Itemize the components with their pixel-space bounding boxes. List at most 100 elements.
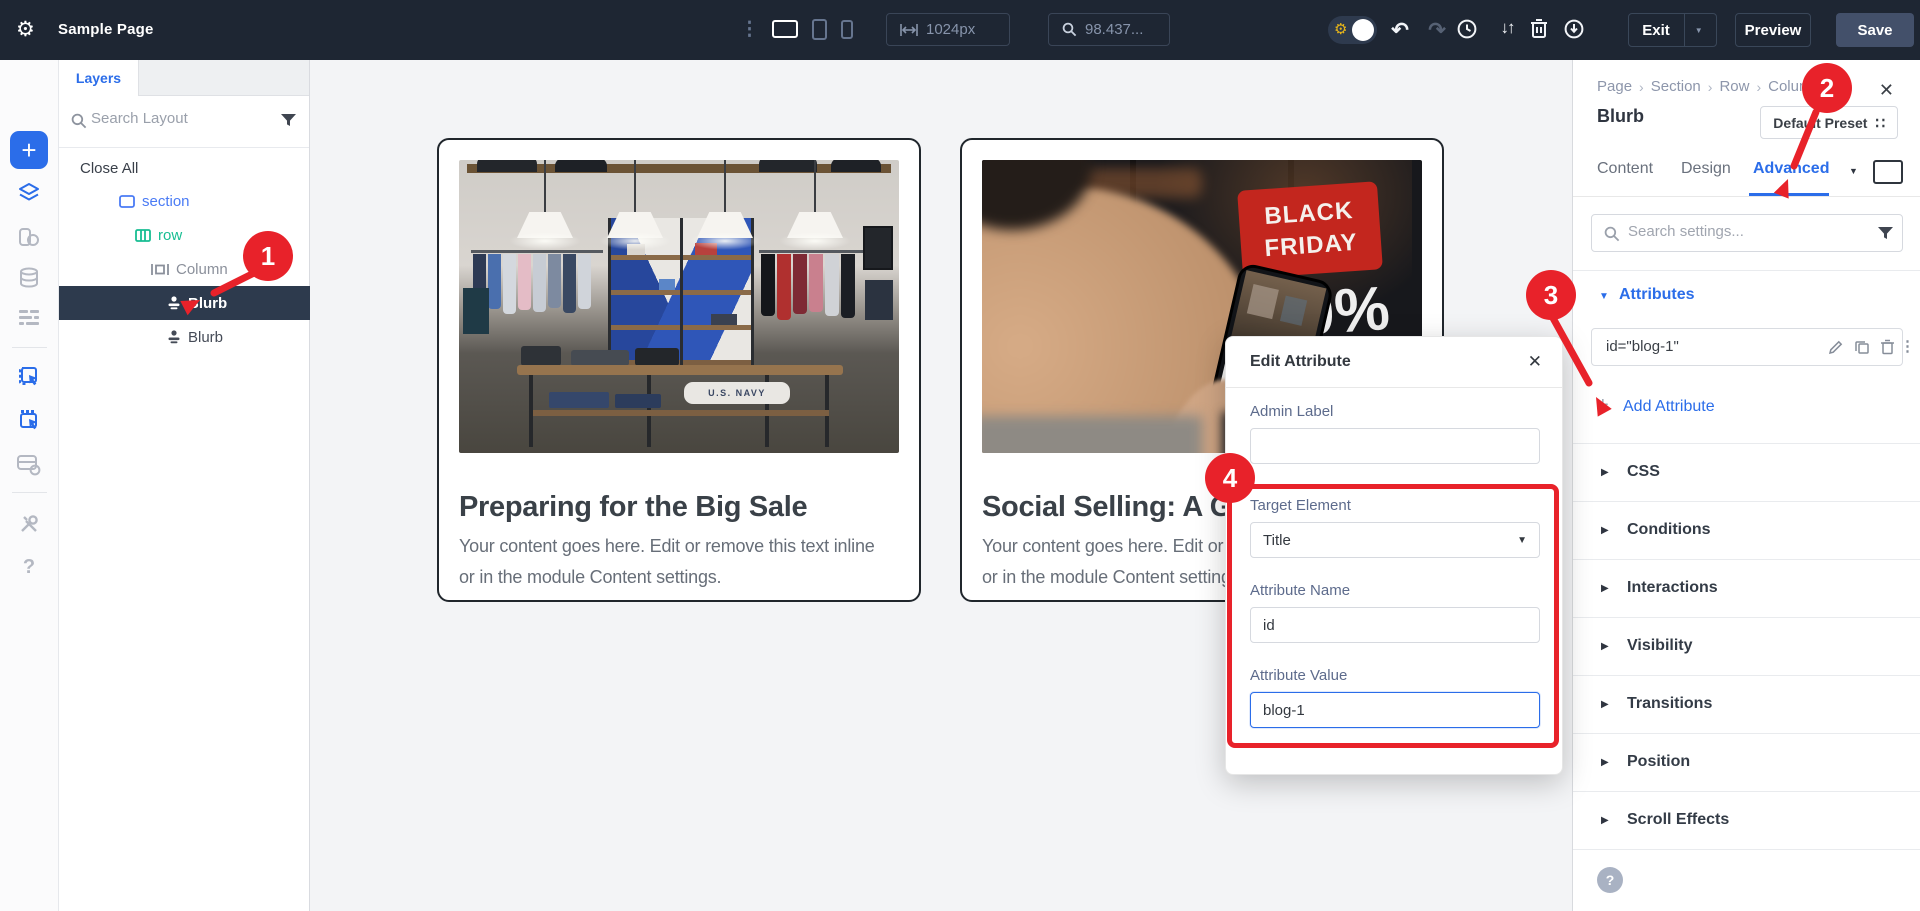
exit-caret-icon[interactable]: ▼ <box>1695 26 1703 35</box>
save-button[interactable]: Save <box>1836 13 1914 47</box>
section-label: Conditions <box>1627 521 1711 539</box>
section-scroll-effects[interactable]: ▶ Scroll Effects <box>1573 791 1920 849</box>
tab-design[interactable]: Design <box>1681 160 1731 178</box>
rail-divider <box>12 492 47 493</box>
sort-layers-icon[interactable]: ↓↑ <box>1494 18 1520 42</box>
breadcrumb-row[interactable]: Row <box>1719 78 1749 95</box>
modal-close-icon[interactable]: ✕ <box>1528 352 1542 372</box>
add-attribute-plus-icon[interactable]: + <box>1597 394 1609 417</box>
zoom-field[interactable]: 98.437... <box>1048 13 1170 46</box>
layers-panel-icon[interactable] <box>17 181 41 205</box>
card1-title[interactable]: Preparing for the Big Sale <box>459 490 807 524</box>
card2-body-line2[interactable]: or in the module Content settings. <box>982 567 1244 588</box>
row-icon <box>135 229 151 242</box>
badge-number: 1 <box>261 241 275 272</box>
copy-icon[interactable] <box>1854 339 1870 355</box>
undo-icon[interactable]: ↶ <box>1387 18 1413 42</box>
filter-funnel-icon[interactable] <box>1878 227 1893 241</box>
portability-icon[interactable] <box>1563 18 1589 42</box>
page-settings-gear-icon[interactable]: ⚙ <box>16 19 35 41</box>
text-settings-icon[interactable] <box>17 308 41 328</box>
chip-kebab-icon[interactable]: ⋮ <box>1900 337 1915 355</box>
dynamic-data-icon[interactable] <box>17 266 41 290</box>
panel-help-icon[interactable]: ? <box>1597 867 1623 893</box>
builder-options-kebab-icon[interactable]: ⋮ <box>740 17 758 43</box>
friday-text: FRIDAY <box>1264 229 1359 263</box>
trash-icon[interactable] <box>1529 18 1555 42</box>
navy-banner: U.S. NAVY <box>684 382 790 404</box>
attribute-chip[interactable]: id="blog-1" ⋮ <box>1591 328 1903 366</box>
history-clock-icon[interactable] <box>1456 18 1482 42</box>
close-all-link[interactable]: Close All <box>80 160 138 177</box>
tab-layers[interactable]: Layers <box>59 60 139 96</box>
tab-advanced[interactable]: Advanced <box>1753 160 1829 178</box>
section-css[interactable]: ▶ CSS <box>1573 443 1920 501</box>
target-element-select[interactable]: Title ▼ <box>1250 522 1540 558</box>
tools-icon[interactable] <box>17 512 41 536</box>
section-label: Position <box>1627 753 1690 771</box>
preview-button[interactable]: Preview <box>1735 13 1811 47</box>
tablet-view-icon[interactable] <box>812 19 827 40</box>
panel-divider <box>1573 849 1920 850</box>
layers-search-input[interactable] <box>91 110 271 127</box>
add-module-button[interactable]: + <box>10 131 48 169</box>
select-caret-icon: ▼ <box>1517 535 1527 546</box>
caret-right-icon: ▶ <box>1601 467 1609 478</box>
blurb-icon <box>167 296 181 310</box>
edit-pencil-icon[interactable] <box>1828 339 1844 355</box>
badge-number: 4 <box>1223 463 1237 494</box>
tab-content[interactable]: Content <box>1597 160 1653 178</box>
zoom-value: 98.437... <box>1085 21 1143 38</box>
design-presets-icon[interactable] <box>17 225 41 249</box>
section-visibility[interactable]: ▶ Visibility <box>1573 617 1920 675</box>
click-mode-icon[interactable] <box>17 365 41 389</box>
blurb-card-1[interactable]: U.S. NAVY Preparing for the Big Sale You… <box>437 138 921 602</box>
target-element-label: Target Element <box>1250 497 1351 514</box>
search-icon <box>1604 226 1620 242</box>
breadcrumb-section[interactable]: Section <box>1651 78 1701 95</box>
crumb-separator: › <box>1756 79 1761 95</box>
desktop-view-icon[interactable] <box>772 20 798 38</box>
section-transitions[interactable]: ▶ Transitions <box>1573 675 1920 733</box>
black-text: BLACK <box>1264 197 1355 231</box>
card1-body-line2[interactable]: or in the module Content settings. <box>459 567 721 588</box>
builder-theme-toggle[interactable]: ⚙ <box>1328 16 1377 44</box>
admin-label-input[interactable] <box>1250 428 1540 464</box>
tabs-divider <box>1573 196 1920 197</box>
exit-button[interactable]: Exit ▼ <box>1628 13 1717 47</box>
exit-label: Exit <box>1642 22 1670 39</box>
layer-row-blurb[interactable]: Blurb <box>59 320 310 354</box>
page-modules-icon[interactable] <box>16 452 42 476</box>
help-icon[interactable]: ? <box>23 556 35 579</box>
attribute-value-input[interactable] <box>1250 692 1540 728</box>
panel-close-icon[interactable]: ✕ <box>1879 80 1894 101</box>
delete-trash-icon[interactable] <box>1880 339 1895 355</box>
filter-funnel-icon[interactable] <box>281 114 296 128</box>
canvas-width-field[interactable]: 1024px <box>886 13 1010 46</box>
settings-search-input[interactable] <box>1628 223 1848 240</box>
top-toolbar: ⚙ Sample Page ⋮ 1024px 98.437... ⚙ ↶ ↷ ↓… <box>0 0 1920 60</box>
card2-title[interactable]: Social Selling: A Gu <box>982 490 1249 524</box>
layer-row-blurb-selected[interactable]: Blurb <box>59 286 310 320</box>
add-attribute-link[interactable]: Add Attribute <box>1623 398 1715 416</box>
layer-row-section[interactable]: section <box>59 184 310 218</box>
attributes-caret-icon[interactable]: ▼ <box>1599 291 1609 302</box>
crumb-separator: › <box>1708 79 1713 95</box>
attribute-chip-text: id="blog-1" <box>1606 338 1679 355</box>
phone-view-icon[interactable] <box>841 20 853 39</box>
breadcrumb-page[interactable]: Page <box>1597 78 1632 95</box>
attributes-section-header[interactable]: Attributes <box>1619 286 1695 304</box>
redo-icon[interactable]: ↷ <box>1424 18 1450 42</box>
section-interactions[interactable]: ▶ Interactions <box>1573 559 1920 617</box>
section-conditions[interactable]: ▶ Conditions <box>1573 501 1920 559</box>
card1-body-line1[interactable]: Your content goes here. Edit or remove t… <box>459 536 875 557</box>
attribute-name-input[interactable] <box>1250 607 1540 643</box>
caret-right-icon: ▶ <box>1601 815 1609 826</box>
section-icon <box>119 195 135 208</box>
desktop-settings-view-icon[interactable] <box>1873 160 1903 184</box>
hover-mode-icon[interactable] <box>17 408 41 432</box>
zoom-magnifier-icon <box>1062 22 1077 37</box>
tabs-caret-icon[interactable]: ▼ <box>1849 166 1858 176</box>
caret-right-icon: ▶ <box>1601 641 1609 652</box>
section-position[interactable]: ▶ Position <box>1573 733 1920 791</box>
